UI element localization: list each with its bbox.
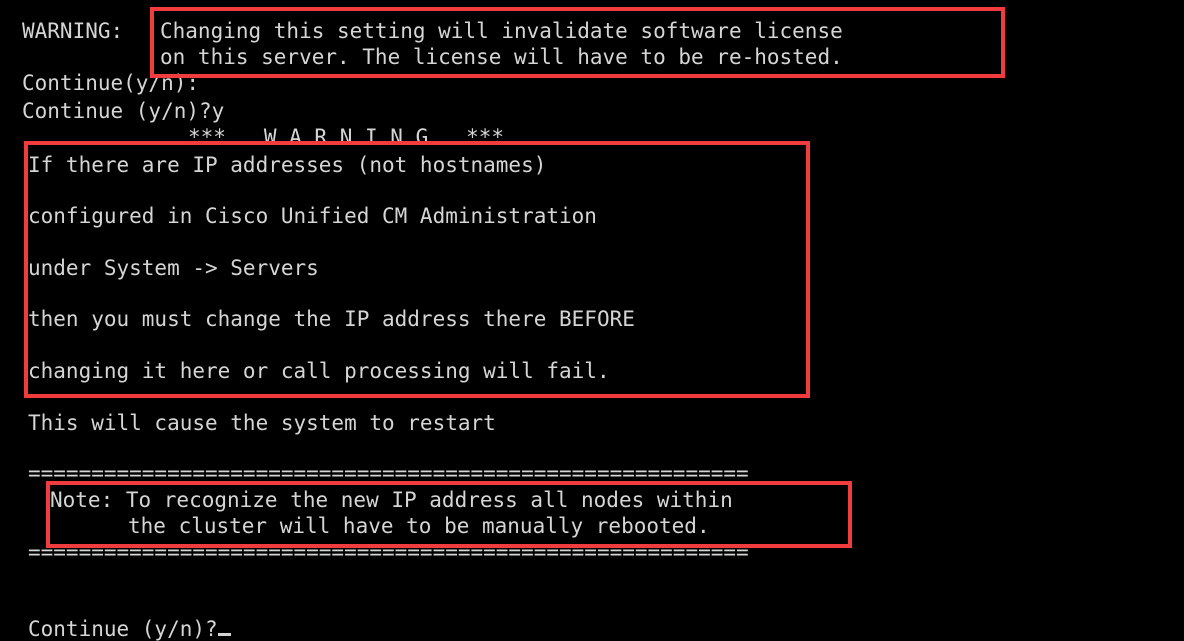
license-warning-line-1: Changing this setting will invalidate so… bbox=[160, 19, 843, 43]
warning-label-line: WARNING: bbox=[22, 18, 123, 44]
continue-prompt-answered: Continue (y/n)?y bbox=[22, 99, 225, 123]
final-prompt-text: Continue (y/n)? bbox=[28, 617, 218, 641]
ip-warning-line-4: then you must change the IP address ther… bbox=[28, 307, 635, 331]
separator-line-bottom: ========================================… bbox=[28, 540, 749, 564]
restart-notice: This will cause the system to restart bbox=[28, 411, 496, 435]
warning-label: WARNING: bbox=[22, 19, 124, 43]
text-cursor bbox=[217, 633, 231, 636]
ip-warning-line-2: configured in Cisco Unified CM Administr… bbox=[28, 204, 597, 228]
final-continue-prompt[interactable]: Continue (y/n)? bbox=[28, 616, 231, 641]
terminal-screen[interactable]: WARNING: Changing this setting will inva… bbox=[0, 0, 1184, 641]
ip-warning-line-3: under System -> Servers bbox=[28, 256, 319, 280]
cluster-note-line-2: the cluster will have to be manually reb… bbox=[128, 514, 710, 538]
continue-prompt-echo: Continue(y/n): bbox=[22, 71, 200, 95]
warning-banner: *** W A R N I N G *** bbox=[188, 125, 505, 149]
license-warning-line-2: on this server. The license will have to… bbox=[160, 45, 843, 69]
ip-warning-line-5: changing it here or call processing will… bbox=[28, 359, 610, 383]
ip-warning-line-1: If there are IP addresses (not hostnames… bbox=[28, 153, 547, 177]
separator-line-top: ========================================… bbox=[28, 461, 749, 485]
cluster-note-line-1: Note: To recognize the new IP address al… bbox=[50, 488, 733, 512]
